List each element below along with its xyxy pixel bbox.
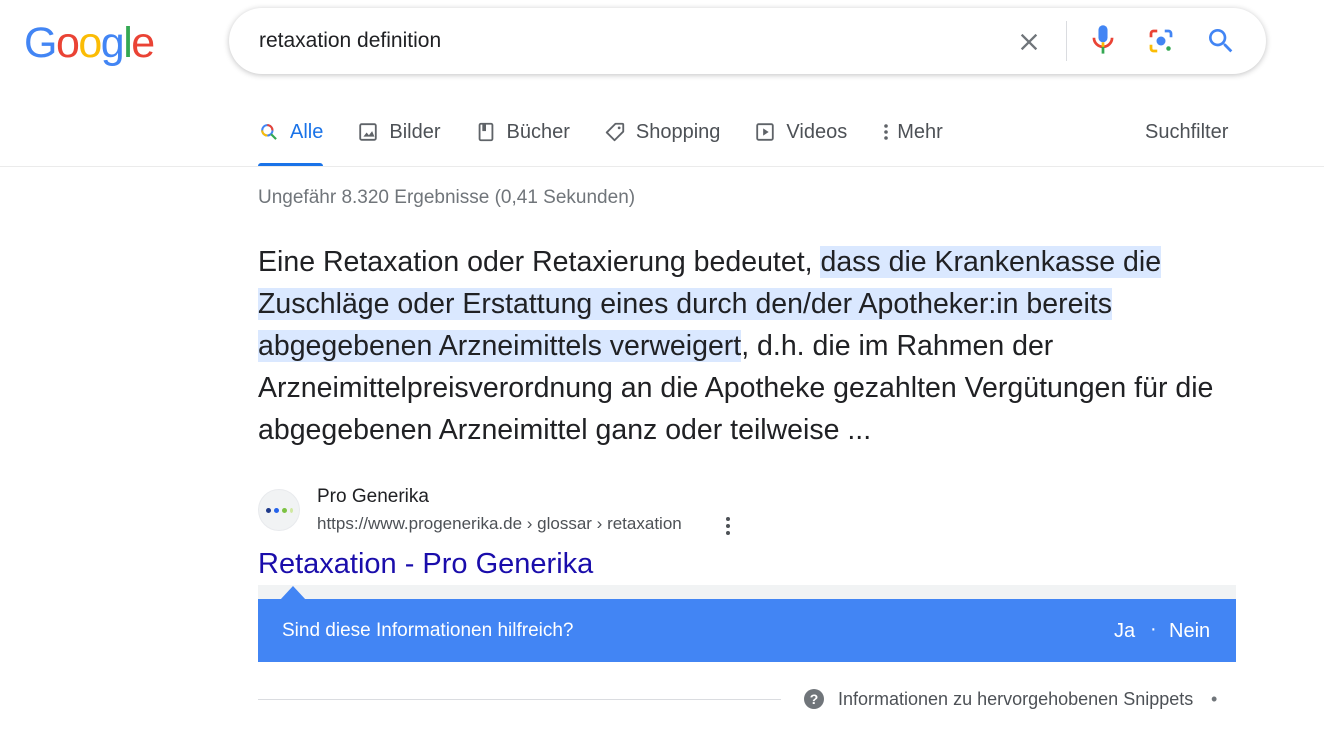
info-dot: • — [1211, 689, 1218, 709]
feedback-top-band — [258, 585, 1236, 600]
tab-alle[interactable]: Alle — [258, 116, 324, 166]
search-box[interactable]: retaxation definition — [229, 8, 1266, 74]
site-name: Pro Generika — [317, 486, 429, 507]
search-icon — [1209, 29, 1233, 53]
dot — [726, 531, 730, 535]
image-icon — [357, 121, 379, 143]
close-icon — [1020, 33, 1038, 51]
tab-videos[interactable]: Videos — [754, 116, 847, 166]
image-search-button[interactable] — [1146, 26, 1176, 56]
dot — [726, 524, 730, 528]
tab-label: Shopping — [635, 121, 721, 143]
feedback-question: Sind diese Informationen hilfreich? — [282, 620, 574, 641]
tab-mehr[interactable]: Mehr — [881, 116, 943, 166]
feedback-yes-button[interactable]: Ja — [1114, 620, 1135, 643]
logo-letter: o — [55, 19, 80, 67]
featured-snippets-info-link[interactable]: Informationen zu hervorgehobenen Snippet… — [838, 689, 1193, 710]
play-icon — [754, 121, 776, 143]
logo-letter: G — [24, 19, 57, 67]
site-url: https://www.progenerika.de › glossar › r… — [317, 514, 682, 533]
snippet-divider — [258, 699, 781, 700]
voice-search-button[interactable] — [1089, 23, 1117, 57]
snippet-text-before: Eine Retaxation oder Retaxierung bedeute… — [258, 246, 821, 278]
search-submit-button[interactable] — [1205, 25, 1237, 57]
feedback-caret — [280, 586, 306, 600]
tabs-divider — [0, 166, 1324, 167]
more-vert-icon — [881, 121, 891, 143]
tag-icon — [604, 121, 626, 143]
help-icon[interactable]: ? — [804, 689, 824, 709]
feedback-separator: · — [1150, 618, 1157, 640]
tab-bilder[interactable]: Bilder — [357, 116, 441, 166]
feedback-no-button[interactable]: Nein — [1169, 620, 1210, 643]
clear-search-button[interactable] — [1015, 28, 1043, 56]
result-options-button[interactable] — [720, 514, 736, 538]
logo-letter: o — [78, 19, 102, 67]
feedback-bar: Sind diese Informationen hilfreich? Ja ·… — [258, 599, 1236, 662]
featured-snippet-text: Eine Retaxation oder Retaxierung bedeute… — [258, 241, 1248, 451]
camera-lens-icon — [1149, 29, 1173, 53]
result-title-link[interactable]: Retaxation - Pro Generika — [258, 548, 593, 581]
search-tabs: Alle Bilder Bücher Shopping Videos Mehr — [258, 116, 977, 166]
search-input[interactable]: retaxation definition — [259, 29, 441, 53]
result-stats: Ungefähr 8.320 Ergebnisse (0,41 Sekunden… — [258, 187, 636, 208]
logo-letter: g — [100, 19, 125, 67]
favicon-dots-icon — [265, 507, 293, 513]
dot — [726, 517, 730, 521]
search-icon — [258, 121, 280, 143]
site-favicon — [258, 489, 300, 531]
search-filter-button[interactable]: Suchfilter — [1145, 121, 1228, 144]
tab-label: Bilder — [389, 121, 441, 143]
tab-shopping[interactable]: Shopping — [604, 116, 721, 166]
tab-buecher[interactable]: Bücher — [475, 116, 570, 166]
microphone-icon — [1092, 25, 1114, 54]
google-logo[interactable]: Google — [24, 18, 155, 68]
tab-label: Alle — [290, 121, 324, 143]
tab-label: Mehr — [897, 121, 943, 143]
tab-label: Bücher — [506, 121, 570, 143]
search-divider — [1066, 21, 1067, 61]
book-icon — [475, 121, 497, 143]
logo-letter: e — [131, 19, 155, 67]
tab-label: Videos — [786, 121, 848, 143]
logo-letter: l — [123, 19, 133, 67]
